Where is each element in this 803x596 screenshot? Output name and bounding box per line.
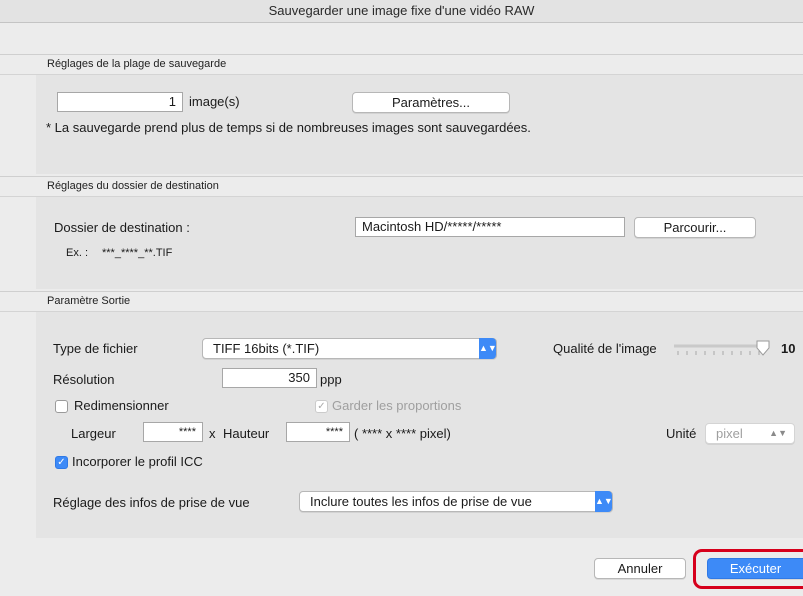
select-arrows-icon: ▲▼ [595, 491, 613, 512]
quality-slider[interactable] [674, 340, 770, 357]
icc-checkbox[interactable]: ✓ [55, 456, 68, 469]
height-input[interactable]: **** [286, 422, 350, 442]
resolution-unit: ppp [320, 372, 342, 387]
select-arrows-icon: ▲▼ [479, 338, 497, 359]
icc-label: Incorporer le profil ICC [72, 454, 203, 469]
keep-ratio-checkbox[interactable]: ✓ [315, 400, 328, 413]
save-still-image-dialog: Sauvegarder une image fixe d'une vidéo R… [0, 0, 803, 596]
quality-label: Qualité de l'image [553, 341, 657, 356]
window-title: Sauvegarder une image fixe d'une vidéo R… [0, 0, 803, 23]
file-type-label: Type de fichier [53, 341, 138, 356]
image-count-unit: image(s) [189, 94, 240, 109]
output-section-header: Paramètre Sortie [0, 291, 803, 312]
cancel-button[interactable]: Annuler [594, 558, 686, 579]
resolution-input[interactable]: 350 [222, 368, 317, 388]
range-section-header: Réglages de la plage de sauvegarde [0, 54, 803, 75]
pixel-summary: ( **** x **** pixel) [354, 426, 451, 441]
width-label: Largeur [71, 426, 116, 441]
example-label: Ex. : [66, 247, 89, 259]
range-note: * La sauvegarde prend plus de temps si d… [46, 120, 531, 135]
resolution-label: Résolution [53, 372, 115, 387]
execute-button[interactable]: Exécuter [707, 558, 803, 579]
keep-ratio-label: Garder les proportions [332, 398, 462, 413]
unit-select-arrows-icon: ▲▼ [769, 428, 787, 438]
unit-label: Unité [666, 426, 697, 441]
unit-select[interactable]: pixel ▲▼ [705, 423, 795, 444]
quality-value: 10 [781, 341, 796, 356]
quality-ticks [677, 351, 760, 355]
shooting-info-select[interactable]: Inclure toutes les infos de prise de vue… [299, 491, 613, 512]
file-type-value: TIFF 16bits (*.TIF) [213, 341, 320, 356]
height-label: Hauteur [223, 426, 270, 441]
resize-label: Redimensionner [74, 398, 169, 413]
browse-button[interactable]: Parcourir... [634, 217, 756, 238]
destination-section-panel: Dossier de destination : Macintosh HD/**… [36, 197, 803, 289]
resize-checkbox[interactable] [55, 400, 68, 413]
example-filename: ***_****_**.TIF [102, 247, 173, 259]
width-input[interactable]: **** [143, 422, 203, 442]
range-section-panel: 1 image(s) Paramètres... * La sauvegarde… [36, 75, 803, 174]
quality-slider-thumb[interactable] [756, 340, 770, 356]
file-type-select[interactable]: TIFF 16bits (*.TIF) ▲▼ [202, 338, 497, 359]
output-section-title: Paramètre Sortie [47, 295, 131, 307]
width-height-separator: x [209, 426, 216, 441]
output-section-panel: Type de fichier TIFF 16bits (*.TIF) ▲▼ Q… [36, 312, 803, 538]
shooting-info-label: Réglage des infos de prise de vue [53, 495, 250, 510]
unit-value: pixel [716, 426, 743, 441]
range-settings-button[interactable]: Paramètres... [352, 92, 510, 113]
destination-folder-field[interactable]: Macintosh HD/*****/***** [355, 217, 625, 237]
image-count-input[interactable]: 1 [57, 92, 183, 112]
destination-section-header: Réglages du dossier de destination [0, 176, 803, 197]
destination-folder-label: Dossier de destination : [54, 220, 190, 235]
range-section-title: Réglages de la plage de sauvegarde [47, 58, 227, 70]
destination-section-title: Réglages du dossier de destination [47, 180, 219, 192]
shooting-info-value: Inclure toutes les infos de prise de vue [310, 494, 532, 509]
